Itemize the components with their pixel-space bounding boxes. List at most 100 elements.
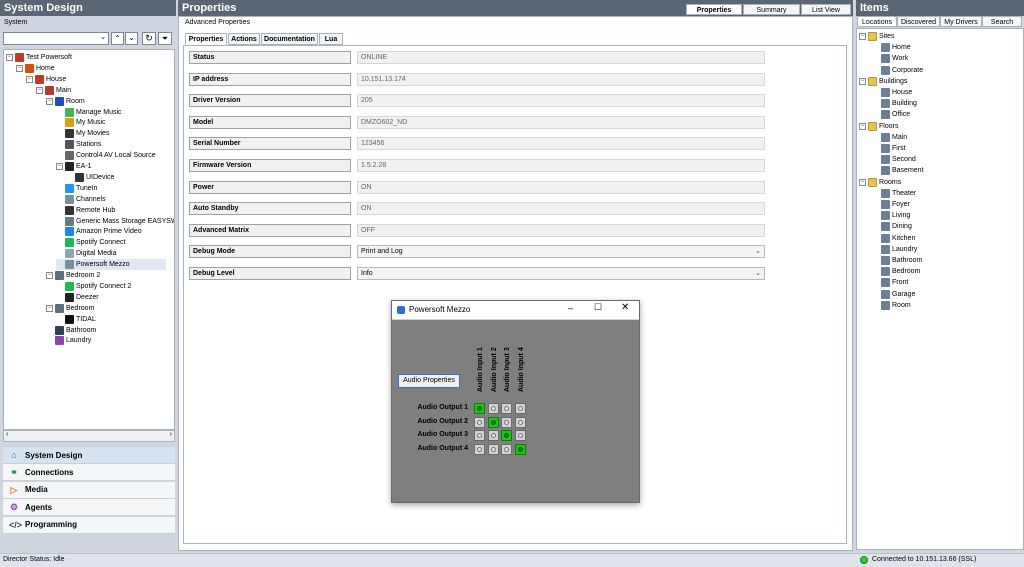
system-dropdown[interactable]: ⌄ [3,32,109,45]
tree-node[interactable]: Amazon Prime Video [56,226,142,237]
nav-connections[interactable]: ⚭ Connections [3,464,175,482]
items-tree[interactable]: − Sites Home Work Corporate − Buildings House Bu… [856,28,1024,550]
view-tab-list-view[interactable]: List View [801,4,851,15]
tree-node[interactable]: Spotify Connect 2 [56,281,131,292]
expander-icon[interactable]: − [6,54,13,61]
matrix-crosspoint[interactable] [487,416,499,428]
matrix-crosspoint[interactable] [487,403,499,414]
maximize-button[interactable]: ☐ [594,302,602,313]
tree-node[interactable]: Spotify Connect [56,237,125,248]
tree-node[interactable]: Deezer [56,292,99,303]
move-down-button[interactable]: ⌄ [125,32,138,45]
tree-node[interactable]: Control4 AV Local Source [56,150,156,161]
items-entry[interactable]: Corporate [881,65,923,76]
items-group[interactable]: − Sites [859,31,895,42]
tree-node[interactable]: − Test Powersoft [6,52,72,63]
sub-tab-actions[interactable]: Actions [228,33,260,45]
items-entry[interactable]: Laundry [881,244,917,255]
items-entry[interactable]: Living [881,210,910,221]
tree-node[interactable]: Remote Hub [56,205,115,216]
refresh-button[interactable]: ↻ [142,32,156,45]
matrix-crosspoint[interactable] [474,430,485,442]
items-tab-search[interactable]: Search [982,16,1022,27]
matrix-crosspoint[interactable] [474,443,485,455]
expander-icon[interactable]: − [859,122,866,130]
tree-node[interactable]: TuneIn [56,183,98,194]
tree-node[interactable]: Channels [56,194,106,205]
sub-tab-lua[interactable]: Lua [319,33,343,45]
expander-icon[interactable]: − [16,64,23,72]
tree-node[interactable]: Manage Music [56,107,122,118]
expander-icon[interactable]: − [26,75,33,83]
expander-icon[interactable]: − [859,178,866,186]
expander-icon[interactable]: − [859,77,866,85]
expander-icon[interactable]: − [46,272,53,279]
tree-node[interactable]: − Home [16,63,55,74]
items-entry[interactable]: Second [881,154,916,165]
property-select[interactable]: Info ⌄ [357,267,765,280]
tree-node[interactable]: My Movies [56,128,109,139]
items-entry[interactable]: Bathroom [881,255,922,266]
items-entry[interactable]: Front [881,277,908,288]
nav-system-design[interactable]: ⌂ System Design [3,447,175,464]
filter-button[interactable]: ⏷ [158,32,172,45]
view-tab-summary[interactable]: Summary [743,4,800,15]
items-tab-discovered[interactable]: Discovered [897,16,940,27]
matrix-crosspoint[interactable] [501,430,513,442]
tree-node[interactable]: Stations [56,139,101,150]
items-group[interactable]: − Floors [859,121,898,132]
matrix-crosspoint[interactable] [501,403,513,414]
nav-agents[interactable]: ⚙ Agents [3,499,175,517]
matrix-crosspoint[interactable] [487,443,499,455]
matrix-crosspoint[interactable] [501,416,513,428]
expander-icon[interactable]: − [46,304,53,312]
items-entry[interactable]: First [881,143,906,154]
close-button[interactable]: ✕ [621,302,629,313]
expander-icon[interactable]: − [56,163,63,170]
items-entry[interactable]: Basement [881,165,924,176]
minimize-button[interactable]: – [568,303,573,313]
matrix-crosspoint[interactable] [514,443,526,455]
items-tab-locations[interactable]: Locations [857,16,897,27]
items-entry[interactable]: Main [881,132,907,143]
matrix-crosspoint[interactable] [487,430,499,442]
items-entry[interactable]: Office [881,109,910,120]
expander-icon[interactable]: − [46,97,53,105]
items-entry[interactable]: Foyer [881,199,910,210]
matrix-crosspoint[interactable] [501,443,513,455]
tree-hscrollbar[interactable]: ‹ › [3,430,175,442]
tree-node[interactable]: My Music [56,117,106,128]
items-entry[interactable]: House [881,87,912,98]
view-tab-properties[interactable]: Properties [686,4,742,15]
tree-node[interactable]: − EA-1 [56,161,92,172]
tree-node[interactable]: − Main [36,85,71,96]
tree-node[interactable]: TIDAL [56,314,96,325]
tree-node[interactable]: Bathroom [46,325,96,336]
items-entry[interactable]: Work [881,53,908,64]
matrix-crosspoint[interactable] [474,416,485,428]
items-entry[interactable]: Theater [881,188,916,199]
tree-node[interactable]: − Bedroom 2 [46,270,100,281]
items-entry[interactable]: Dining [881,221,912,232]
tree-node[interactable]: Generic Mass Storage EASYSW [56,216,174,227]
move-up-button[interactable]: ⌃ [111,32,124,45]
audio-properties-button[interactable]: Audio Properties [398,374,460,388]
items-group[interactable]: − Rooms [859,177,901,188]
sub-tab-documentation[interactable]: Documentation [261,33,318,45]
tree-node[interactable]: − Bedroom [46,303,94,314]
matrix-crosspoint[interactable] [514,416,526,428]
items-entry[interactable]: Bedroom [881,266,920,277]
items-group[interactable]: − Buildings [859,76,907,87]
tree-node[interactable]: Digital Media [56,248,116,259]
tree-node[interactable]: − House [26,74,66,85]
matrix-crosspoint[interactable] [514,430,526,442]
matrix-crosspoint[interactable] [514,403,526,414]
project-tree[interactable]: − Test Powersoft − Home − House − Main − Room Mana… [3,49,175,430]
expander-icon[interactable]: − [36,86,43,94]
sub-tab-properties[interactable]: Properties [185,33,227,45]
items-entry[interactable]: Room [881,300,911,311]
nav-media[interactable]: ▷ Media [3,481,175,499]
nav-programming[interactable]: </> Programming [3,516,175,534]
items-entry[interactable]: Building [881,98,917,109]
matrix-crosspoint[interactable] [474,403,485,414]
